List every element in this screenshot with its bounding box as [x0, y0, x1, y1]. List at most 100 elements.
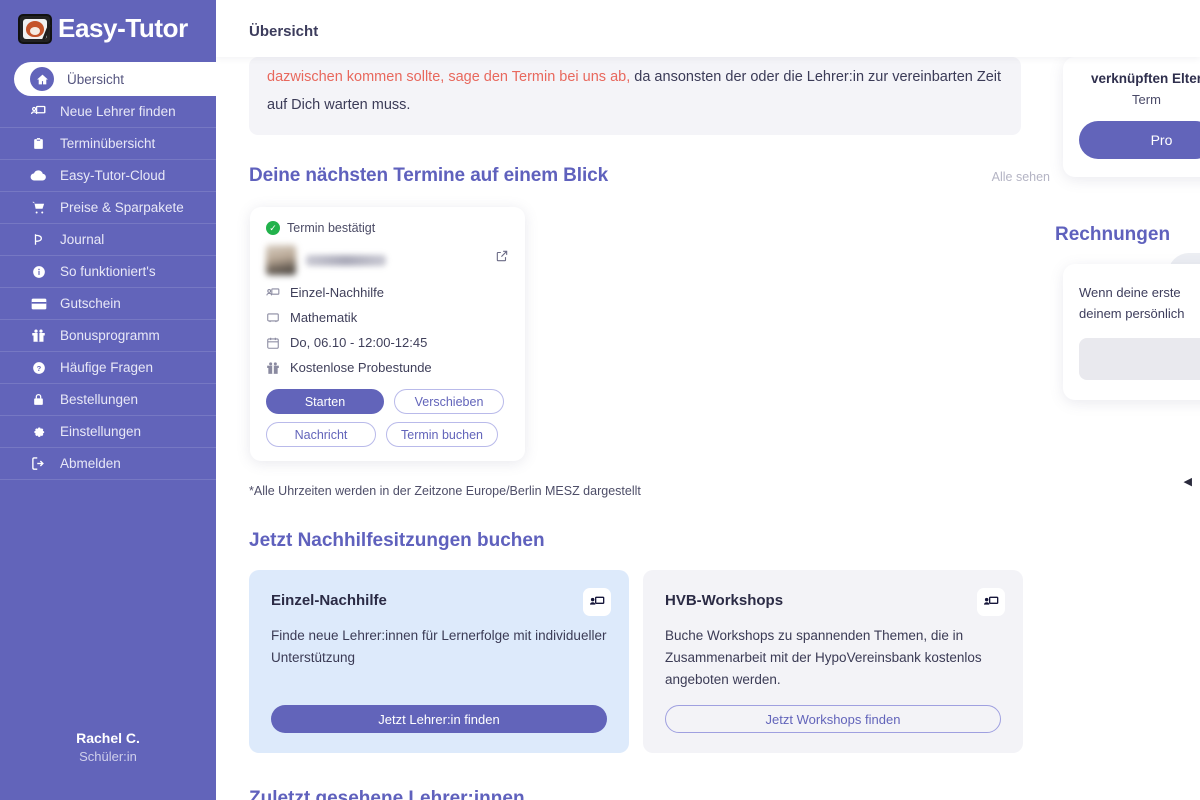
booking-card-einzel-nachhilfe[interactable]: Einzel-Nachhilfe Finde neue Lehrer:innen… — [249, 570, 629, 753]
card-icon — [30, 298, 47, 310]
scroll-content: dazwischen kommen sollte, sage den Termi… — [216, 57, 1200, 800]
appointment-teacher — [266, 245, 509, 275]
sidebar-item-label: Preise & Sparpakete — [60, 200, 184, 215]
logout-icon — [30, 456, 47, 471]
sidebar-item-gutschein[interactable]: Gutschein — [0, 288, 216, 320]
user-role: Schüler:in — [79, 749, 137, 764]
booking-card-hvb-workshops[interactable]: HVB-Workshops Buche Workshops zu spannen… — [643, 570, 1023, 753]
timezone-note: *Alle Uhrzeiten werden in der Zeitzone E… — [249, 484, 641, 498]
home-icon — [30, 67, 54, 91]
gear-icon — [30, 424, 47, 439]
sidebar-item-abmelden[interactable]: Abmelden — [0, 448, 216, 480]
sidebar-item-label: Bestellungen — [60, 392, 139, 407]
page-title: Übersicht — [249, 23, 319, 40]
find-teacher-button[interactable]: Jetzt Lehrer:in finden — [271, 705, 607, 733]
sidebar-item-easy-tutor-cloud[interactable]: Easy-Tutor-Cloud — [0, 160, 216, 192]
appointments-title: Deine nächsten Termine auf einem Blick — [249, 165, 609, 186]
sidebar-item-label: Easy-Tutor-Cloud — [60, 168, 166, 183]
brand-name: Easy-Tutor — [58, 13, 188, 43]
sidebar-nav: Übersicht Neue Lehrer finden Terminübers… — [0, 62, 216, 480]
find-workshops-button[interactable]: Jetzt Workshops finden — [665, 705, 1001, 733]
gift-icon — [30, 328, 47, 343]
sidebar-item-einstellungen[interactable]: Einstellungen — [0, 416, 216, 448]
lock-icon — [30, 392, 47, 407]
message-button[interactable]: Nachricht — [266, 422, 376, 447]
find-teacher-icon — [30, 104, 47, 119]
sidebar: Easy-Tutor Übersicht Neue Lehrer finden … — [0, 0, 216, 800]
see-all-link[interactable]: Alle sehen — [992, 170, 1050, 184]
whiteboard-icon — [266, 311, 281, 325]
sidebar-item-so-funktionierts[interactable]: So funktioniert's — [0, 256, 216, 288]
fox-tablet-logo-icon — [18, 13, 52, 44]
question-icon: ? — [30, 361, 47, 375]
info-icon — [30, 265, 47, 279]
reschedule-button[interactable]: Verschieben — [394, 389, 504, 414]
booking-cards: Einzel-Nachhilfe Finde neue Lehrer:innen… — [249, 570, 1200, 753]
cloud-icon — [30, 169, 47, 182]
appointment-row-type: Einzel-Nachhilfe — [266, 285, 509, 300]
appointment-actions: Starten Verschieben Nachricht Termin buc… — [266, 389, 509, 447]
clipboard-icon — [30, 136, 47, 151]
booking-card-title: Einzel-Nachhilfe — [271, 592, 387, 609]
notice-red-text: dazwischen kommen sollte, sage den Termi… — [267, 69, 631, 85]
book-appointment-button[interactable]: Termin buchen — [386, 422, 498, 447]
person-screen-icon — [266, 286, 281, 300]
sidebar-item-bestellungen[interactable]: Bestellungen — [0, 384, 216, 416]
appointment-type: Einzel-Nachhilfe — [290, 285, 384, 300]
journal-icon — [30, 232, 47, 247]
person-screen-icon — [977, 588, 1005, 616]
booking-section-title: Jetzt Nachhilfesitzungen buchen — [249, 530, 545, 551]
sidebar-item-label: Terminübersicht — [60, 136, 156, 151]
sidebar-item-label: Übersicht — [67, 71, 125, 87]
appointment-status-label: Termin bestätigt — [287, 221, 376, 235]
start-button[interactable]: Starten — [266, 389, 384, 414]
sidebar-item-label: Abmelden — [60, 456, 121, 471]
appointment-card[interactable]: ✓ Termin bestätigt Einzel-Nachhilfe Math… — [250, 207, 525, 461]
appointment-datetime: Do, 06.10 - 12:00-12:45 — [290, 335, 428, 350]
appointments-header: Deine nächsten Termine auf einem Blick A… — [249, 165, 1050, 187]
user-name: Rachel C. — [76, 730, 140, 746]
appointment-subject: Mathematik — [290, 310, 358, 325]
sidebar-item-label: So funktioniert's — [60, 264, 156, 279]
booking-card-description: Buche Workshops zu spannenden Themen, di… — [665, 628, 982, 687]
main-content: Übersicht dazwischen kommen sollte, sage… — [216, 0, 1200, 800]
sidebar-item-neue-lehrer-finden[interactable]: Neue Lehrer finden — [0, 96, 216, 128]
sidebar-item-label: Einstellungen — [60, 424, 142, 439]
sidebar-item-label: Neue Lehrer finden — [60, 104, 176, 119]
sidebar-item-label: Häufige Fragen — [60, 360, 154, 375]
chevron-left-icon: ◀ — [1183, 476, 1192, 488]
app-root: Easy-Tutor Übersicht Neue Lehrer finden … — [0, 0, 1200, 800]
svg-text:?: ? — [36, 363, 41, 372]
sidebar-item-label: Gutschein — [60, 296, 121, 311]
teacher-name-redacted — [306, 254, 386, 266]
appointment-row-subject: Mathematik — [266, 310, 509, 325]
calendar-icon — [266, 336, 281, 350]
recent-teachers-title: Zuletzt gesehene Lehrer:innen — [249, 788, 525, 800]
sidebar-item-label: Bonusprogramm — [60, 328, 160, 343]
appointment-row-datetime: Do, 06.10 - 12:00-12:45 — [266, 335, 509, 350]
sidebar-item-preise-sparpakete[interactable]: Preise & Sparpakete — [0, 192, 216, 224]
sidebar-item-haeufige-fragen[interactable]: ? Häufige Fragen — [0, 352, 216, 384]
person-screen-icon — [583, 588, 611, 616]
sidebar-item-journal[interactable]: Journal — [0, 224, 216, 256]
booking-card-description: Finde neue Lehrer:innen für Lernerfolge … — [271, 628, 607, 665]
sidebar-item-uebersicht[interactable]: Übersicht — [14, 62, 216, 96]
booking-card-title: HVB-Workshops — [665, 592, 784, 609]
check-circle-icon: ✓ — [266, 221, 280, 235]
appointment-row-trial: Kostenlose Probestunde — [266, 360, 509, 375]
sidebar-item-label: Journal — [60, 232, 105, 247]
external-link-icon[interactable] — [495, 249, 509, 268]
appointment-status: ✓ Termin bestätigt — [266, 221, 509, 235]
panel-collapse-toggle-bottom[interactable]: ◀ — [1184, 475, 1192, 488]
sidebar-item-terminuebersicht[interactable]: Terminübersicht — [0, 128, 216, 160]
appointment-trial: Kostenlose Probestunde — [290, 360, 432, 375]
brand[interactable]: Easy-Tutor — [0, 0, 216, 60]
sidebar-user[interactable]: Rachel C. Schüler:in — [0, 730, 216, 800]
chevron-left-icon: ◀ — [1173, 268, 1181, 280]
cart-icon — [30, 200, 47, 215]
gift-icon — [266, 361, 281, 375]
topbar: Übersicht — [216, 0, 1200, 57]
notice-banner: dazwischen kommen sollte, sage den Termi… — [249, 57, 1021, 135]
sidebar-item-bonusprogramm[interactable]: Bonusprogramm — [0, 320, 216, 352]
